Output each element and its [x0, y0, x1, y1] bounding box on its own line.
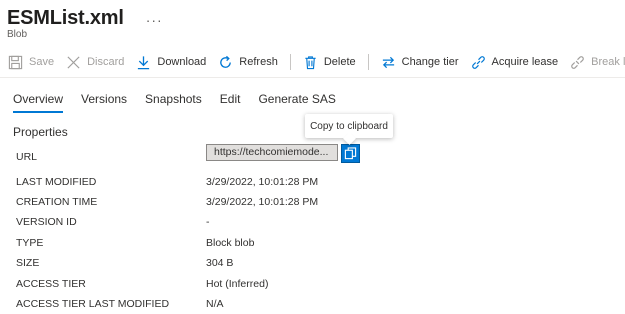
refresh-button[interactable]: Refresh	[218, 51, 278, 73]
url-field[interactable]: https://techcomiemode...	[206, 144, 338, 161]
toolbar-divider	[289, 54, 291, 70]
download-label: Download	[157, 56, 207, 68]
discard-button[interactable]: Discard	[66, 51, 124, 73]
change-tier-icon	[381, 55, 396, 70]
access-tier-value: Hot (Inferred)	[206, 278, 269, 290]
discard-label: Discard	[87, 56, 125, 68]
break-lease-label: Break lease	[591, 56, 625, 68]
delete-button[interactable]: Delete	[303, 51, 356, 73]
refresh-label: Refresh	[239, 56, 278, 68]
type-value: Block blob	[206, 237, 255, 249]
download-button[interactable]: Download	[136, 51, 206, 73]
access-tier-last-modified-value: N/A	[206, 298, 224, 310]
last-modified-label: LAST MODIFIED	[16, 176, 97, 188]
tab-versions[interactable]: Versions	[81, 92, 127, 114]
copy-tooltip: Copy to clipboard	[305, 114, 393, 138]
save-label: Save	[29, 56, 55, 68]
creation-time-value: 3/29/2022, 10:01:28 PM	[206, 196, 319, 208]
acquire-lease-button[interactable]: Acquire lease	[471, 51, 559, 73]
creation-time-label: CREATION TIME	[16, 196, 98, 208]
type-label: TYPE	[16, 237, 44, 249]
download-icon	[136, 55, 151, 70]
delete-label: Delete	[323, 56, 356, 68]
version-id-label: VERSION ID	[16, 216, 77, 228]
title-row: ESMList.xml ···	[7, 4, 163, 30]
change-tier-button[interactable]: Change tier	[381, 51, 459, 73]
tab-edit[interactable]: Edit	[220, 92, 241, 114]
access-tier-last-modified-label: ACCESS TIER LAST MODIFIED	[16, 298, 170, 310]
toolbar-divider	[367, 54, 369, 70]
tab-generate-sas[interactable]: Generate SAS	[258, 92, 335, 114]
discard-icon	[66, 55, 81, 70]
more-options-button[interactable]: ···	[146, 10, 163, 30]
acquire-lease-label: Acquire lease	[491, 56, 559, 68]
resource-type-subtitle: Blob	[7, 29, 28, 40]
properties-heading: Properties	[13, 125, 68, 139]
version-id-value: -	[206, 216, 210, 228]
access-tier-label: ACCESS TIER	[16, 278, 86, 290]
break-lease-button[interactable]: Break lease	[570, 51, 625, 73]
refresh-icon	[218, 55, 233, 70]
command-bar: Save Discard Download Refresh Delete Cha…	[8, 51, 625, 73]
page-title: ESMList.xml	[7, 7, 124, 29]
last-modified-value: 3/29/2022, 10:01:28 PM	[206, 176, 319, 188]
copy-icon	[344, 147, 357, 160]
tab-overview[interactable]: Overview	[13, 92, 64, 114]
save-button[interactable]: Save	[8, 51, 54, 73]
change-tier-label: Change tier	[401, 56, 459, 68]
url-label: URL	[16, 151, 38, 163]
copy-to-clipboard-button[interactable]	[341, 144, 360, 163]
size-value: 304 B	[206, 257, 234, 269]
tab-bar: Overview Versions Snapshots Edit Generat…	[13, 92, 354, 114]
toolbar-divider-line	[0, 77, 625, 78]
save-icon	[8, 55, 23, 70]
size-label: SIZE	[16, 257, 40, 269]
break-lease-icon	[570, 55, 585, 70]
acquire-lease-icon	[471, 55, 486, 70]
tab-snapshots[interactable]: Snapshots	[145, 92, 202, 114]
delete-icon	[303, 55, 318, 70]
